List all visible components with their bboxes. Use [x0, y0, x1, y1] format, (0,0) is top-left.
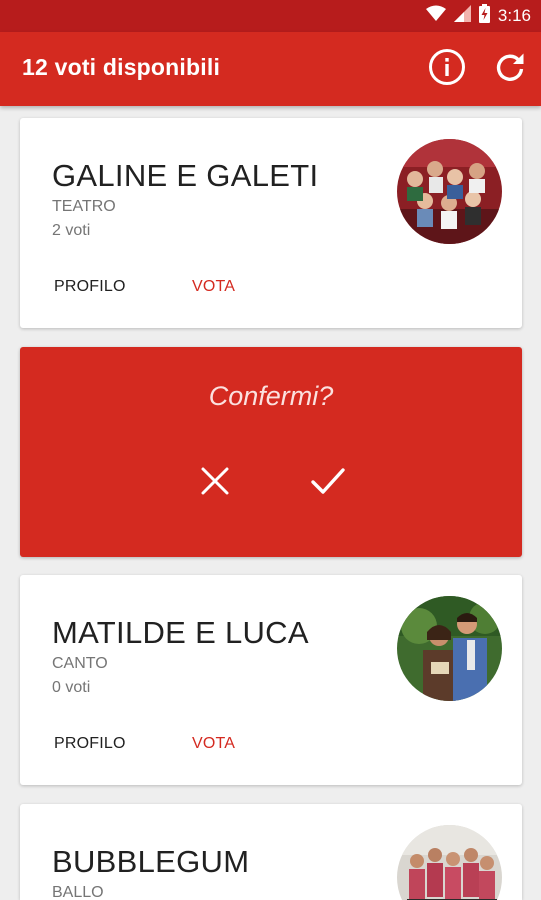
refresh-button[interactable]: [490, 49, 530, 89]
group-name: MATILDE E LUCA: [52, 615, 309, 650]
status-bar: 3:16: [0, 0, 541, 32]
group-name: GALINE E GALETI: [52, 158, 319, 193]
profile-button[interactable]: PROFILO: [54, 278, 126, 296]
group-votes: 0 voti: [52, 679, 91, 696]
refresh-icon: [494, 51, 526, 88]
group-avatar: [397, 825, 502, 900]
info-icon: [428, 48, 466, 91]
confirm-panel: Confermi?: [20, 347, 522, 557]
group-category: BALLO: [52, 884, 104, 900]
group-category: CANTO: [52, 655, 108, 672]
profile-button[interactable]: PROFILO: [54, 735, 126, 753]
vote-button[interactable]: VOTA: [192, 735, 235, 753]
app-bar: 12 voti disponibili: [0, 32, 541, 106]
group-avatar: [397, 596, 502, 701]
check-icon: [310, 466, 346, 501]
group-card: GALINE E GALETI TEATRO 2 voti PROFILO VO…: [20, 118, 522, 328]
battery-icon: [478, 4, 490, 28]
close-icon: [200, 466, 230, 501]
group-category: TEATRO: [52, 198, 116, 215]
cancel-button[interactable]: [193, 461, 237, 505]
group-card: BUBBLEGUM BALLO: [20, 804, 522, 900]
status-icons: 3:16: [425, 4, 531, 28]
group-avatar: [397, 139, 502, 244]
available-votes-title: 12 voti disponibili: [22, 54, 221, 80]
group-name: BUBBLEGUM: [52, 844, 250, 879]
group-card: MATILDE E LUCA CANTO 0 voti PROFILO VOTA: [20, 575, 522, 785]
wifi-icon: [425, 5, 446, 27]
signal-icon: [453, 5, 471, 27]
group-votes: 2 voti: [52, 222, 91, 239]
vote-button[interactable]: VOTA: [192, 278, 235, 296]
confirm-question: Confermi?: [208, 381, 334, 411]
info-button[interactable]: [427, 48, 467, 91]
confirm-button[interactable]: [306, 461, 350, 505]
status-time: 3:16: [497, 6, 531, 25]
